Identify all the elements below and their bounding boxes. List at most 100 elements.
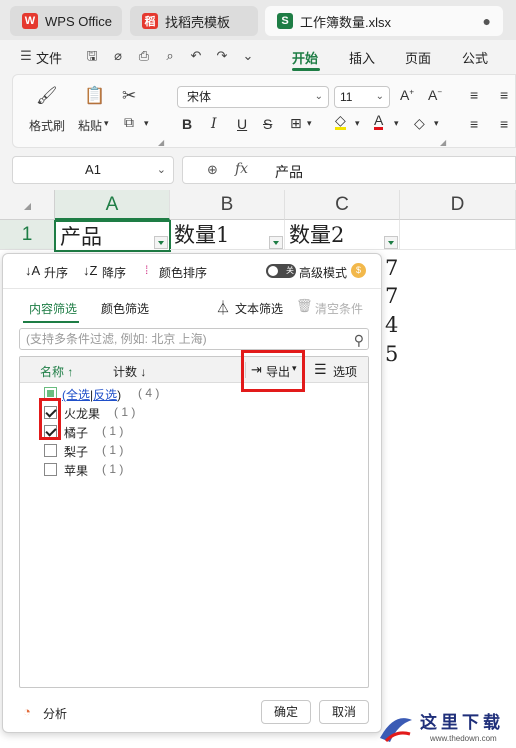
analysis-icon[interactable]: ◔ — [23, 704, 31, 719]
filter-dropdown-button[interactable] — [154, 236, 168, 249]
sort-asc-icon[interactable]: ↓A — [25, 263, 40, 278]
decrease-font-icon[interactable]: A− — [428, 87, 442, 103]
item-checkbox-3[interactable] — [44, 444, 57, 457]
menu-formula[interactable]: 公式 — [462, 48, 488, 67]
menu-home[interactable]: 开始 — [292, 48, 318, 67]
trash-icon[interactable]: 🗑 — [296, 298, 313, 314]
font-size-select[interactable]: 11 ⌄ — [334, 86, 390, 108]
align-middle-icon[interactable]: ≡ — [500, 87, 508, 103]
chevron-down-icon[interactable]: ▾ — [355, 118, 360, 129]
tab-wps-office[interactable]: W WPS Office — [10, 6, 122, 36]
font-name-select[interactable]: 宋体 ⌄ — [177, 86, 329, 108]
name-box[interactable]: A1 ⌄ — [12, 156, 174, 184]
cell-c1[interactable]: 数量2 — [285, 220, 400, 250]
color-sort-button[interactable]: 颜色排序 — [159, 264, 207, 281]
share-icon[interactable]: ⌀ — [110, 48, 126, 64]
text-filter-icon[interactable]: ⏃ — [216, 298, 230, 318]
eraser-icon[interactable]: ◇ — [414, 115, 425, 132]
cell-d1[interactable] — [400, 220, 516, 250]
ok-button[interactable]: 确定 — [261, 700, 311, 724]
chevron-down-icon[interactable]: ⌄ — [157, 157, 166, 183]
menu-page[interactable]: 页面 — [405, 48, 431, 67]
fx-icon[interactable]: fx — [235, 161, 248, 177]
save-icon[interactable]: 🖫 — [84, 48, 100, 64]
zoom-icon[interactable]: ⊕ — [207, 162, 218, 178]
tab-workbook[interactable]: S 工作簿数量.xlsx ● — [265, 6, 503, 36]
format-painter-icon[interactable]: 🖌 — [36, 86, 58, 106]
chevron-down-icon[interactable]: ▾ — [104, 118, 109, 129]
font-size-value: 11 — [340, 90, 353, 104]
row-header-1[interactable]: 1 — [0, 220, 55, 250]
cell-b1[interactable]: 数量1 — [170, 220, 285, 250]
chevron-down-icon[interactable]: ⌄ — [240, 48, 256, 64]
menu-file[interactable]: 文件 — [36, 48, 62, 67]
format-painter-label[interactable]: 格式刷 — [29, 117, 65, 134]
cancel-button[interactable]: 取消 — [319, 700, 369, 724]
dialog-launcher-icon[interactable]: ◢ — [440, 138, 446, 147]
text-filter-button[interactable]: 文本筛选 — [235, 300, 283, 317]
item-label[interactable]: 橘子 — [64, 424, 88, 441]
options-button[interactable]: 选项 — [333, 363, 357, 380]
sort-desc-button[interactable]: 降序 — [102, 264, 126, 281]
menu-icon[interactable]: ☰ — [18, 48, 34, 64]
chevron-down-icon[interactable]: ▾ — [394, 118, 399, 129]
chevron-down-icon[interactable]: ▾ — [144, 118, 149, 129]
cut-icon[interactable]: ✂ — [122, 86, 136, 106]
col-header-d[interactable]: D — [400, 190, 516, 220]
sort-desc-icon[interactable]: ↓Z — [83, 263, 97, 278]
redo-icon[interactable]: ↷ — [214, 48, 230, 64]
font-color-icon[interactable]: A — [374, 113, 384, 130]
name-column-header[interactable]: 名称 ↑ — [40, 363, 73, 380]
item-count: ( 1 ) — [102, 462, 124, 476]
count-column-header[interactable]: 计数 ↓ — [113, 363, 146, 380]
options-icon[interactable]: ☰ — [314, 361, 327, 378]
item-label[interactable]: 苹果 — [64, 462, 88, 479]
underline-icon[interactable]: U — [237, 116, 247, 132]
paste-label[interactable]: 粘贴 — [78, 117, 102, 134]
tab-color-filter[interactable]: 颜色筛选 — [101, 300, 149, 317]
chevron-down-icon[interactable]: ▾ — [434, 118, 439, 129]
align-center-icon[interactable]: ≡ — [500, 116, 508, 132]
watermark-logo-icon — [380, 718, 412, 743]
print-preview-icon[interactable]: ⌕ — [162, 48, 178, 64]
bold-icon[interactable]: B — [182, 116, 192, 132]
col-header-c[interactable]: C — [285, 190, 400, 220]
advanced-mode-toggle[interactable]: 关 — [266, 264, 296, 278]
fill-color-icon[interactable]: ◇ — [335, 113, 346, 130]
formula-value: 产品 — [275, 164, 303, 180]
analysis-button[interactable]: 分析 — [43, 705, 67, 722]
clear-conditions-button[interactable]: 清空条件 — [315, 300, 363, 317]
copy-icon[interactable]: ⧉ — [124, 114, 134, 131]
italic-icon[interactable]: I — [211, 116, 217, 132]
item-label[interactable]: 火龙果 — [64, 405, 100, 422]
undo-icon[interactable]: ↶ — [188, 48, 204, 64]
sort-asc-button[interactable]: 升序 — [44, 264, 68, 281]
watermark: 这里下载 www.thedown.com — [376, 706, 516, 748]
search-icon[interactable]: ⚲ — [354, 330, 364, 350]
color-sort-icon[interactable]: ⁞ — [145, 263, 148, 277]
search-placeholder: (支持多条件过滤, 例如: 北京 上海) — [26, 332, 207, 346]
invert-link[interactable]: 反选 — [93, 388, 117, 402]
increase-font-icon[interactable]: A+ — [400, 87, 414, 103]
filter-dropdown-button[interactable] — [269, 236, 283, 249]
chevron-down-icon[interactable]: ▾ — [307, 118, 312, 129]
align-left-icon[interactable]: ≡ — [470, 116, 478, 132]
select-all-label[interactable]: (全选|反选) — [62, 386, 121, 403]
strikethrough-icon[interactable]: S — [263, 116, 272, 132]
item-checkbox-4[interactable] — [44, 463, 57, 476]
col-header-a[interactable]: A — [55, 190, 170, 220]
tab-template[interactable]: 稻 找稻壳模板 — [130, 6, 258, 36]
menu-insert[interactable]: 插入 — [349, 48, 375, 67]
tab-content-filter[interactable]: 内容筛选 — [29, 300, 77, 317]
formula-bar[interactable]: ⊕ fx 产品 — [182, 156, 516, 184]
col-header-b[interactable]: B — [170, 190, 285, 220]
dialog-launcher-icon[interactable]: ◢ — [158, 138, 164, 147]
filter-search-input[interactable]: (支持多条件过滤, 例如: 北京 上海) ⚲ — [19, 328, 369, 350]
border-icon[interactable]: ⊞ — [290, 115, 302, 132]
item-label[interactable]: 梨子 — [64, 443, 88, 460]
filter-dropdown-button[interactable] — [384, 236, 398, 249]
align-top-icon[interactable]: ≡ — [470, 87, 478, 103]
close-icon[interactable]: ● — [483, 13, 491, 29]
paste-icon[interactable]: 📋 — [84, 86, 105, 106]
print-icon[interactable]: ⎙ — [136, 48, 152, 64]
